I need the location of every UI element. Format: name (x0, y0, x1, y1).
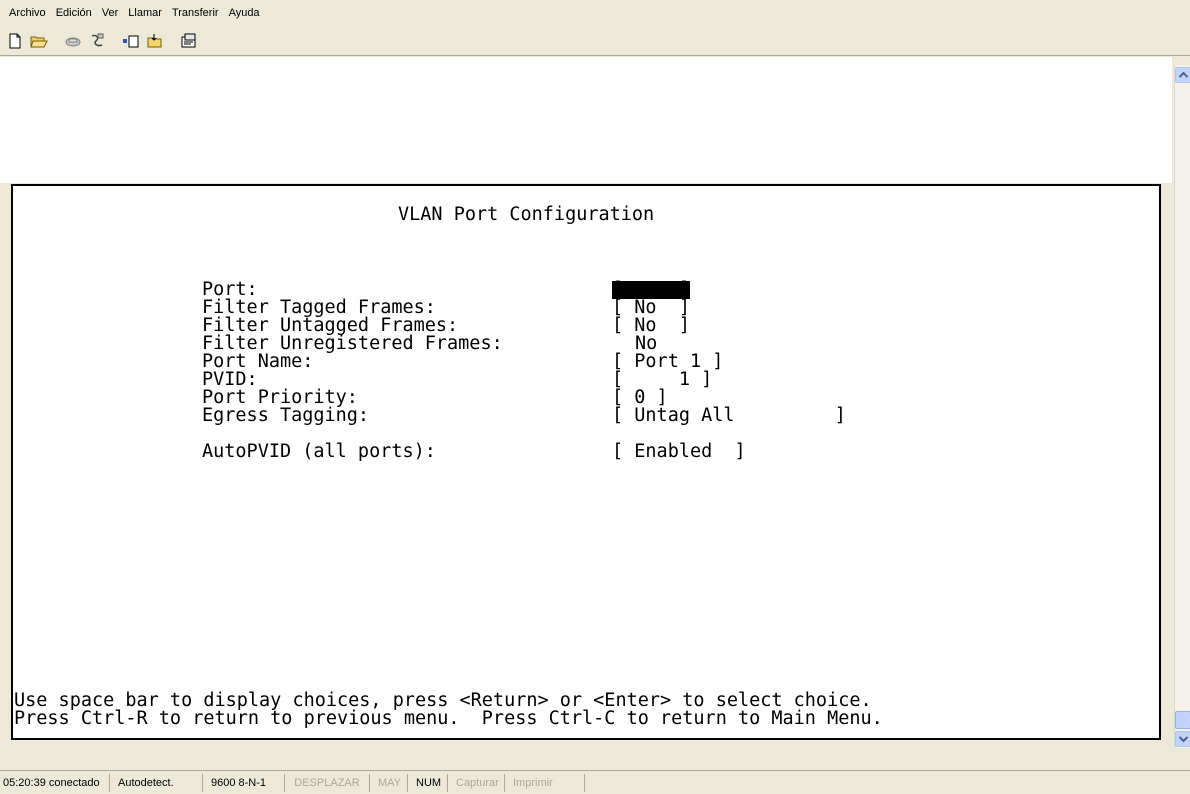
menu-bar: Archivo Edición Ver Llamar Transferir Ay… (0, 0, 1190, 26)
terminal-area: VLAN Port Configuration Port: [ 1 ] Filt… (0, 57, 1190, 748)
disconnect-phone-icon (91, 33, 103, 46)
status-print: Imprimir (505, 773, 585, 792)
properties-icon (181, 33, 195, 47)
help-line-2: Press Ctrl-R to return to previous menu.… (14, 708, 883, 729)
disconnect-button[interactable] (85, 29, 108, 52)
menu-llamar[interactable]: Llamar (123, 0, 167, 26)
status-capture: Capturar (448, 773, 505, 792)
connect-button[interactable] (61, 29, 84, 52)
label-egress-tagging: Egress Tagging: (202, 405, 370, 426)
screen-title: VLAN Port Configuration (398, 204, 655, 225)
chevron-up-icon (1178, 72, 1188, 78)
scroll-thumb[interactable] (1175, 711, 1190, 729)
value-egress-tagging[interactable]: [ Untag All ] (612, 406, 846, 425)
terminal-blank-area (0, 57, 1172, 183)
menu-transferir[interactable]: Transferir (167, 0, 224, 26)
terminal-console[interactable]: VLAN Port Configuration Port: [ 1 ] Filt… (11, 184, 1161, 740)
open-folder-icon (29, 36, 48, 47)
properties-button[interactable] (177, 29, 200, 52)
status-caps-lock: MAY (370, 773, 408, 792)
menu-ayuda[interactable]: Ayuda (224, 0, 265, 26)
scroll-up-button[interactable] (1175, 67, 1190, 83)
open-folder-button[interactable] (27, 29, 50, 52)
label-autopvid: AutoPVID (all ports): (202, 441, 436, 462)
receive-file-icon (147, 33, 161, 47)
connect-phone-icon (65, 37, 80, 46)
toolbar (0, 26, 1190, 56)
status-bar: 05:20:39 conectado Autodetect. 9600 8-N-… (0, 770, 1190, 794)
status-num-lock: NUM (408, 773, 448, 792)
new-file-button[interactable] (3, 29, 26, 52)
chevron-down-icon (1178, 736, 1188, 742)
value-autopvid[interactable]: [ Enabled ] (612, 442, 746, 461)
receive-file-button[interactable] (143, 29, 166, 52)
status-port-settings: 9600 8-N-1 (203, 773, 285, 792)
status-connection-time: 05:20:39 conectado (0, 773, 110, 792)
send-file-button[interactable] (119, 29, 142, 52)
menu-ver[interactable]: Ver (97, 0, 124, 26)
vertical-scrollbar[interactable] (1174, 65, 1190, 748)
status-autodetect: Autodetect. (110, 773, 203, 792)
new-file-icon (9, 33, 20, 48)
send-file-icon (122, 35, 138, 47)
menu-archivo[interactable]: Archivo (4, 0, 51, 26)
menu-edicion[interactable]: Edición (51, 0, 97, 26)
scroll-down-button[interactable] (1175, 731, 1190, 747)
status-scroll-lock: DESPLAZAR (285, 773, 370, 792)
